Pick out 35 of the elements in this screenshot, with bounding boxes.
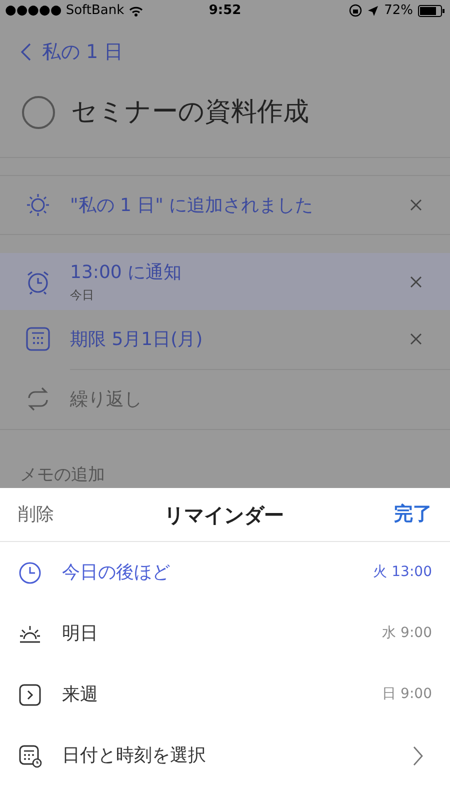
back-chevron-icon [20, 42, 32, 62]
option-time: 水 9:00 [382, 624, 432, 643]
reminder-option[interactable]: 日付と時刻を選択 [0, 725, 450, 786]
option-time: 日 9:00 [382, 685, 432, 704]
time-text: 9:52 [208, 2, 242, 20]
battery-icon [418, 4, 445, 17]
close-icon[interactable] [410, 333, 422, 346]
option-time: 火 13:00 [373, 563, 432, 582]
detail-label[interactable]: 13:00 に通知 [70, 259, 410, 286]
detail-label[interactable]: "私の 1 日" に追加されました [70, 192, 410, 219]
battery-text: 72% [384, 2, 413, 20]
chevron-right-icon [412, 744, 424, 766]
detail-label[interactable]: 繰り返し [70, 386, 422, 413]
delete-button[interactable]: 削除 [18, 501, 54, 528]
note-placeholder[interactable]: メモの追加 [20, 462, 450, 488]
detail-label[interactable]: 期限 5月1日(月) [70, 326, 410, 353]
detail-sublabel: 今日 [70, 287, 95, 304]
task-title: セミナーの資料作成 [71, 96, 309, 130]
complete-checkbox[interactable] [22, 96, 55, 130]
calendar-icon [24, 325, 52, 354]
reminder-option[interactable]: 今日の後ほど 火 13:00 [0, 542, 450, 603]
rotation-lock-icon [349, 4, 362, 18]
sheet-title: リマインダー [164, 502, 284, 528]
back-button[interactable]: 私の 1 日 [20, 38, 450, 65]
next-week-icon [18, 682, 42, 706]
calendar-clock-icon [18, 744, 42, 768]
reminder-option[interactable]: 明日 水 9:00 [0, 603, 450, 664]
carrier-text: ●●●●● SoftBank [5, 2, 124, 20]
close-icon[interactable] [410, 276, 422, 288]
reminder-option[interactable]: 来週 日 9:00 [0, 664, 450, 725]
location-icon [367, 4, 380, 17]
close-icon[interactable] [410, 199, 422, 212]
wifi-icon [128, 4, 144, 17]
clock-icon [18, 560, 42, 584]
done-button[interactable]: 完了 [394, 500, 432, 529]
